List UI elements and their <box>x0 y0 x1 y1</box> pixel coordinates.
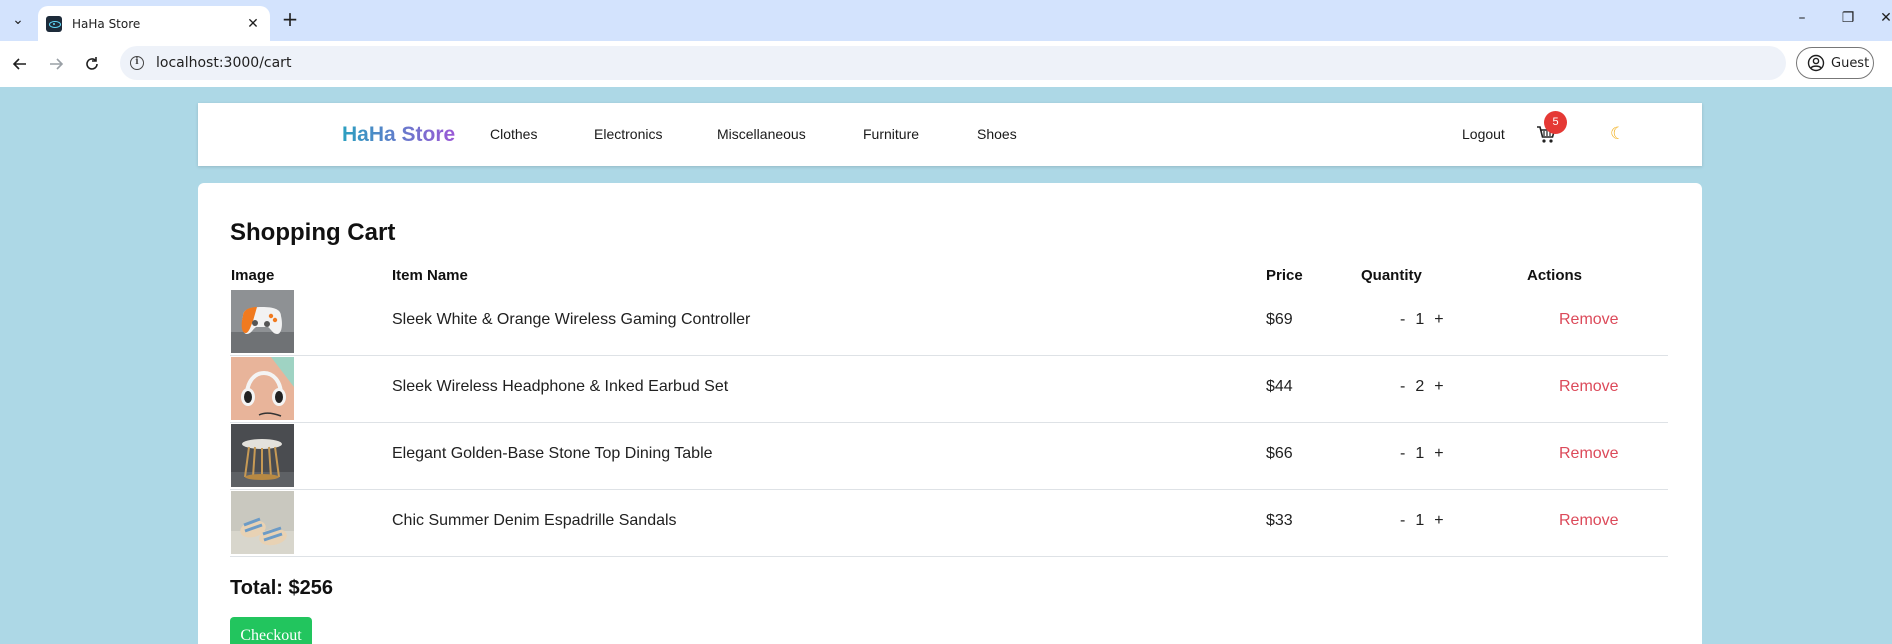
back-icon[interactable] <box>8 52 32 76</box>
site-info-icon[interactable]: i <box>130 56 144 70</box>
table-row: Chic Summer Denim Espadrille Sandals $33… <box>230 490 1668 557</box>
column-header-quantity: Quantity <box>1361 267 1422 284</box>
cart-count-badge: 5 <box>1544 111 1567 134</box>
account-icon <box>1807 54 1825 72</box>
browser-tab-strip: ⌄ HaHa Store ✕ + – ❐ ✕ <box>0 0 1892 41</box>
item-name: Elegant Golden-Base Stone Top Dining Tab… <box>392 445 713 462</box>
tab-title: HaHa Store <box>72 16 141 31</box>
item-price: $66 <box>1266 445 1293 462</box>
decrement-button[interactable]: - <box>1400 311 1405 329</box>
new-tab-icon[interactable]: + <box>278 8 302 32</box>
increment-button[interactable]: + <box>1434 378 1443 396</box>
window-close-icon[interactable]: ✕ <box>1876 10 1892 26</box>
browser-tab[interactable]: HaHa Store ✕ <box>38 6 270 41</box>
checkout-button[interactable]: Checkout <box>230 617 312 644</box>
column-header-price: Price <box>1266 267 1303 284</box>
browser-toolbar: i localhost:3000/cart Guest <box>0 41 1892 87</box>
url-text: localhost:3000/cart <box>156 55 292 71</box>
quantity-stepper: - 2 + <box>1400 378 1444 396</box>
quantity-value: 1 <box>1415 311 1425 328</box>
cart-total: Total: $256 <box>230 577 333 599</box>
restore-icon[interactable]: ❐ <box>1838 10 1858 26</box>
nav-link-clothes[interactable]: Clothes <box>490 126 537 142</box>
column-header-actions: Actions <box>1527 267 1583 284</box>
nav-link-furniture[interactable]: Furniture <box>863 126 919 142</box>
increment-button[interactable]: + <box>1434 311 1443 329</box>
quantity-value: 1 <box>1415 445 1425 462</box>
tab-close-icon[interactable]: ✕ <box>244 16 262 32</box>
minimize-icon[interactable]: – <box>1792 10 1812 26</box>
nav-link-miscellaneous[interactable]: Miscellaneous <box>717 126 806 142</box>
nav-link-electronics[interactable]: Electronics <box>594 126 662 142</box>
address-bar[interactable]: i localhost:3000/cart <box>120 46 1786 80</box>
decrement-button[interactable]: - <box>1400 445 1405 463</box>
quantity-stepper: - 1 + <box>1400 311 1444 329</box>
product-image-sandals <box>231 491 294 554</box>
page-title: Shopping Cart <box>230 219 396 246</box>
store-navbar: HaHa Store Clothes Electronics Miscellan… <box>198 103 1702 166</box>
remove-button[interactable]: Remove <box>1559 311 1619 329</box>
increment-button[interactable]: + <box>1434 445 1443 463</box>
product-image-controller <box>231 290 294 353</box>
table-row: Sleek Wireless Headphone & Inked Earbud … <box>230 356 1668 423</box>
react-favicon-icon <box>46 15 62 32</box>
column-header-item-name: Item Name <box>392 267 468 284</box>
item-name: Chic Summer Denim Espadrille Sandals <box>392 512 677 529</box>
remove-button[interactable]: Remove <box>1559 378 1619 396</box>
profile-label: Guest <box>1831 55 1870 71</box>
moon-icon[interactable]: ☾ <box>1610 124 1625 144</box>
tab-search-chevron-icon[interactable]: ⌄ <box>4 8 32 32</box>
remove-button[interactable]: Remove <box>1559 512 1619 530</box>
item-price: $33 <box>1266 512 1293 529</box>
item-name: Sleek White & Orange Wireless Gaming Con… <box>392 311 751 328</box>
forward-icon[interactable] <box>44 52 68 76</box>
decrement-button[interactable]: - <box>1400 512 1405 530</box>
table-row: Elegant Golden-Base Stone Top Dining Tab… <box>230 423 1668 490</box>
reload-icon[interactable] <box>80 52 104 76</box>
increment-button[interactable]: + <box>1434 512 1443 530</box>
cart-card: Shopping Cart Image Item Name Price Quan… <box>198 183 1702 644</box>
quantity-value: 2 <box>1415 378 1425 395</box>
product-image-headphones <box>231 357 294 420</box>
table-row: Sleek White & Orange Wireless Gaming Con… <box>230 289 1668 356</box>
quantity-stepper: - 1 + <box>1400 512 1444 530</box>
product-image-table <box>231 424 294 487</box>
item-price: $69 <box>1266 311 1293 328</box>
profile-button[interactable]: Guest <box>1796 47 1874 79</box>
nav-link-shoes[interactable]: Shoes <box>977 126 1017 142</box>
remove-button[interactable]: Remove <box>1559 445 1619 463</box>
item-name: Sleek Wireless Headphone & Inked Earbud … <box>392 378 729 395</box>
column-header-image: Image <box>231 267 275 284</box>
quantity-stepper: - 1 + <box>1400 445 1444 463</box>
decrement-button[interactable]: - <box>1400 378 1405 396</box>
logout-link[interactable]: Logout <box>1462 126 1505 142</box>
item-price: $44 <box>1266 378 1293 395</box>
quantity-value: 1 <box>1415 512 1425 529</box>
brand-logo[interactable]: HaHa Store <box>342 123 455 147</box>
